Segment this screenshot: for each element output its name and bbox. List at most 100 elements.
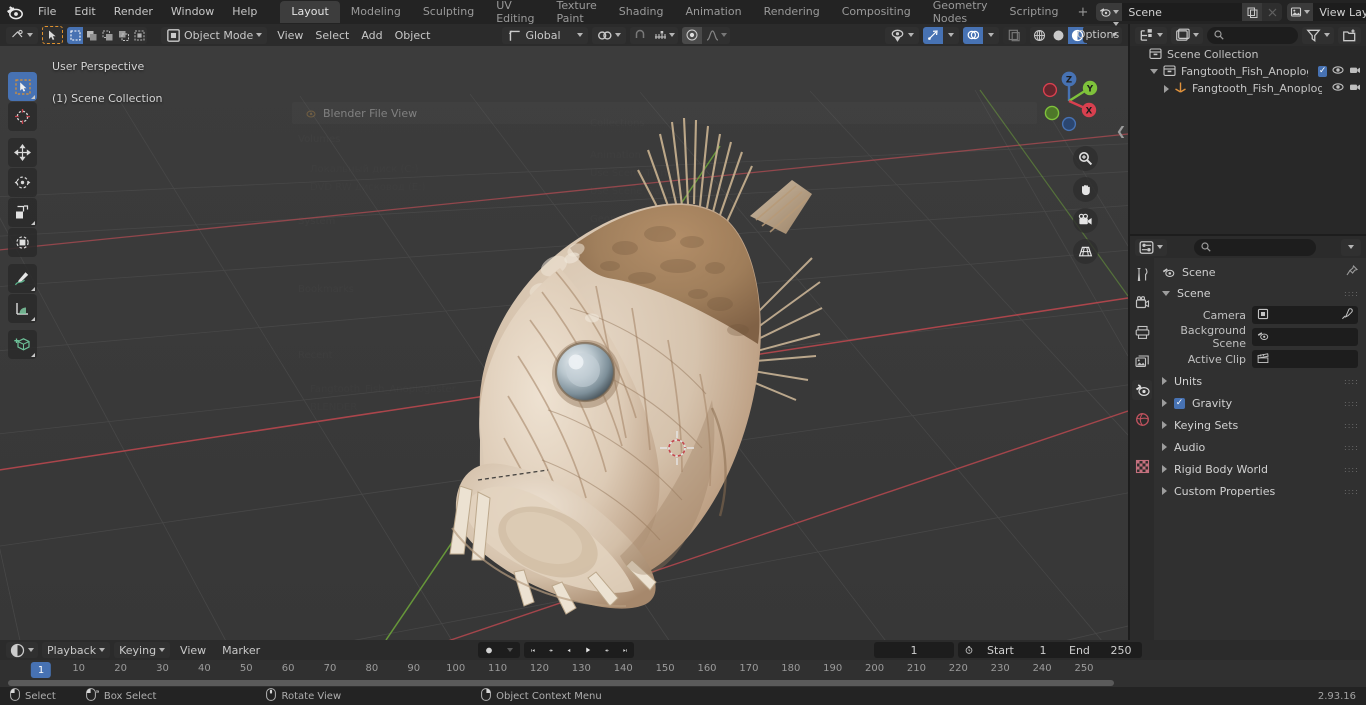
rotate-tool[interactable] [8,168,37,197]
panel-header-rigid-body-world[interactable]: Rigid Body World:::: [1154,458,1366,480]
timeline-editor-type-button[interactable] [6,642,38,658]
end-value[interactable]: 250 [1100,642,1142,658]
visibility-dropdown[interactable] [885,26,919,44]
navigation-gizmo[interactable]: Z Y X [1032,64,1106,138]
menu-file[interactable]: File [29,3,65,21]
panel-collapse-icon[interactable] [1162,421,1167,429]
timeline-scrollbar-thumb[interactable] [8,680,1114,686]
outliner-filter-scene-button[interactable] [1171,26,1203,44]
eye-icon[interactable] [1332,81,1344,96]
add-workspace-button[interactable]: + [1069,2,1096,23]
gizmo-dropdown[interactable] [943,27,959,44]
next-keyframe-button[interactable] [598,642,616,658]
panel-header-units[interactable]: Units:::: [1154,370,1366,392]
move-tool[interactable] [8,138,37,167]
keying-menu[interactable]: Keying [114,642,171,658]
outliner-row[interactable]: Fangtooth_Fish_Anoplog [1130,80,1366,97]
play-reverse-button[interactable] [560,642,578,658]
collapse-triangle-icon[interactable] [1164,84,1169,93]
add-cube-tool[interactable] [8,330,37,359]
outliner-display-mode-button[interactable] [1135,26,1167,44]
scale-tool[interactable] [8,198,37,227]
panel-header-gravity[interactable]: ✓ Gravity:::: [1154,392,1366,414]
property-field[interactable] [1252,328,1358,346]
snap-group[interactable] [630,26,679,44]
timeline-marker-menu[interactable]: Marker [216,642,266,658]
tab-tool[interactable] [1132,264,1152,284]
workspace-tab-rendering[interactable]: Rendering [753,1,831,23]
snap-target-dropdown[interactable] [592,26,627,44]
tab-render[interactable] [1132,293,1152,313]
select-intersect-icon[interactable] [115,27,131,44]
start-value[interactable]: 1 [1024,642,1062,658]
workspace-tab-modeling[interactable]: Modeling [340,1,412,23]
timeline-scrollbar-track[interactable] [0,679,1366,687]
delete-scene-button[interactable] [1262,3,1283,21]
panel-header-custom-properties[interactable]: Custom Properties:::: [1154,480,1366,502]
record-icon[interactable] [478,642,500,658]
overlays-icon[interactable] [963,26,983,44]
active-tool-indicator[interactable] [42,26,63,44]
object-mode-dropdown[interactable]: Object Mode [161,26,268,44]
select-extend-icon[interactable] [83,27,99,44]
workspace-tab-sculpting[interactable]: Sculpting [412,1,485,23]
filter-icon[interactable] [1302,26,1334,44]
workspace-tab-animation[interactable]: Animation [674,1,752,23]
transport-controls[interactable] [524,642,634,658]
proportional-editing-group[interactable] [682,26,731,44]
workspace-tab-shading[interactable]: Shading [608,1,675,23]
pan-hand-icon[interactable] [1073,177,1098,202]
panel-collapse-icon[interactable] [1162,443,1167,451]
auto-keying-icon[interactable] [958,642,980,658]
new-collection-icon[interactable] [1338,26,1361,44]
property-field[interactable] [1252,306,1358,324]
select-difference-icon[interactable] [131,27,147,44]
menu-window[interactable]: Window [162,3,223,21]
fangtooth-fish-model[interactable] [420,108,840,618]
tab-scene[interactable] [1132,380,1152,400]
proportional-edit-icon[interactable] [682,26,703,44]
snap-mode-dropdown[interactable] [650,27,678,44]
scene-selector[interactable]: Scene [1096,3,1283,21]
jump-to-start-button[interactable] [524,642,542,658]
menu-render[interactable]: Render [105,3,162,21]
camera-render-icon[interactable] [1349,81,1361,96]
panel-collapse-icon[interactable] [1162,465,1167,473]
outliner-row[interactable]: Fangtooth_Fish_Anoplogaster ✓ [1130,63,1366,80]
blender-logo-icon[interactable] [6,3,23,21]
select-subtract-icon[interactable] [99,27,115,44]
auto-keying-dropdown[interactable] [500,642,520,658]
outliner-row[interactable]: Scene Collection [1130,46,1366,63]
workspace-tab-compositing[interactable]: Compositing [831,1,922,23]
viewport-menu-object[interactable]: Object [389,27,437,44]
ortho-persp-icon[interactable] [1073,239,1098,264]
timeline-view-menu[interactable]: View [174,642,212,658]
camera-render-icon[interactable] [1349,64,1361,79]
pin-icon[interactable] [1346,264,1359,280]
outliner-checkbox[interactable]: ✓ [1318,66,1327,77]
transform-tool[interactable] [8,228,37,257]
measure-tool[interactable] [8,294,37,323]
prev-keyframe-button[interactable] [542,642,560,658]
new-scene-button[interactable] [1242,3,1263,21]
outliner-search-input[interactable] [1207,26,1298,44]
properties-search-input[interactable] [1194,238,1316,256]
tab-world[interactable] [1132,409,1152,429]
panel-collapse-icon[interactable] [1162,399,1167,407]
viewlayer-selector[interactable]: View Layer [1287,3,1366,21]
tab-viewlayer[interactable] [1132,351,1152,371]
property-field[interactable] [1252,350,1358,368]
options-button[interactable]: Options [1077,26,1119,43]
shading-solid-icon[interactable] [1049,27,1068,44]
select-mode-group[interactable] [67,26,147,44]
magnet-icon[interactable] [630,27,650,44]
panel-checkbox[interactable]: ✓ [1174,397,1185,409]
menu-edit[interactable]: Edit [65,3,104,21]
gizmo-group[interactable] [923,26,959,44]
viewlayer-name-field[interactable]: View Layer [1313,3,1366,21]
select-set-icon[interactable] [67,26,83,44]
jump-to-end-button[interactable] [616,642,634,658]
annotate-tool[interactable] [8,264,37,293]
eyedropper-icon[interactable] [1341,307,1353,323]
eye-icon[interactable] [1332,64,1344,79]
